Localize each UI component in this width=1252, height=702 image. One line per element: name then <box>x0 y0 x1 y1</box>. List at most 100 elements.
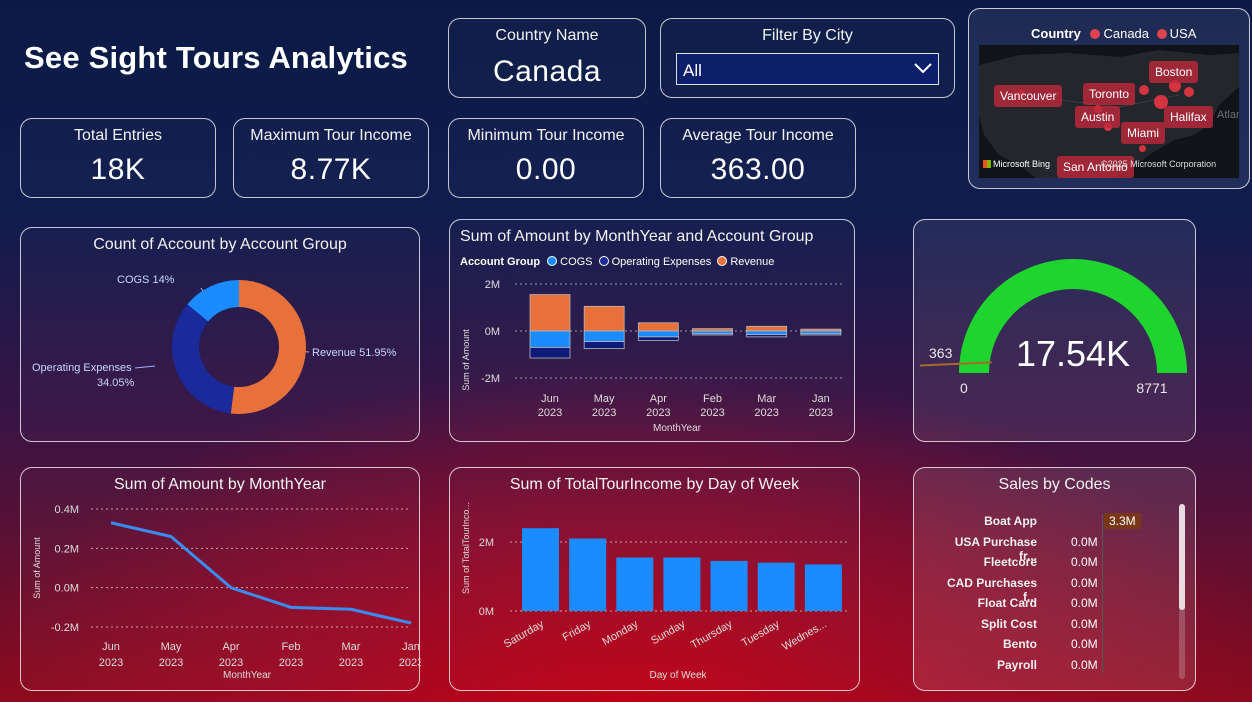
map-city-halifax[interactable]: Halifax <box>1164 106 1213 128</box>
bar <box>616 557 654 611</box>
table-row[interactable]: Payroll 0.0M <box>934 658 1174 678</box>
code-value: 0.0M <box>1071 575 1098 590</box>
y-tick-label: 0.2M <box>55 543 79 555</box>
kpi-value: 18K <box>90 153 146 186</box>
map-dot[interactable] <box>1184 87 1194 97</box>
bar-segment <box>746 330 788 335</box>
code-name: Payroll <box>996 657 1037 672</box>
legend-usa[interactable]: USA <box>1156 26 1196 41</box>
table-row[interactable]: Bento 0.0M <box>934 637 1174 657</box>
bar-segment <box>529 347 571 359</box>
kpi-avg-income: Average Tour Income 363.00 <box>660 118 856 198</box>
kpi-label: Maximum Tour Income <box>250 127 412 144</box>
bing-logo-icon <box>983 160 991 168</box>
sales-by-codes-card: Sales by Codes Boat App 3.3M USA Purchase … <box>913 467 1196 691</box>
map-city-vancouver[interactable]: Vancouver <box>994 85 1063 107</box>
codes-scrollbar-thumb[interactable] <box>1179 504 1185 610</box>
kpi-max-income: Maximum Tour Income 8.77K <box>233 118 429 198</box>
city-filter-dropdown[interactable]: All <box>676 53 939 85</box>
codes-divider <box>1102 514 1103 674</box>
codes-table: Boat App 3.3M USA Purchase fr... 0.0M Fleetc… <box>934 512 1174 682</box>
x-tick-label: Jan <box>812 393 830 405</box>
line-chart[interactable]: Sum of Amount MonthYear 0.4M 0.2M 0.0M -0.2… <box>21 468 421 692</box>
x-axis-label: Day of Week <box>649 670 707 681</box>
kpi-value: 0.00 <box>515 153 577 186</box>
bar-segment <box>583 330 625 342</box>
bar-segment <box>800 333 842 336</box>
line-chart-card: Sum of Amount by MonthYear Sum of Amount… <box>20 467 421 692</box>
bar-segment <box>529 294 571 332</box>
map-dot[interactable] <box>1139 145 1146 152</box>
map-city-toronto[interactable]: Toronto <box>1083 83 1136 105</box>
y-tick-label: 0M <box>479 606 494 618</box>
x-tick-label: Saturday <box>502 618 547 651</box>
x-tick-label: 2023 <box>159 657 183 669</box>
gauge-value: 17.54K <box>1016 333 1130 374</box>
x-tick-label: Thursday <box>689 618 735 652</box>
y-tick-label: 0M <box>485 326 500 338</box>
table-row[interactable]: Boat App 3.3M <box>934 513 1174 534</box>
bar-segment <box>583 341 625 350</box>
x-tick-label: Wednes... <box>780 618 829 653</box>
stacked-bar-chart[interactable]: Sum of Amount MonthYear 2M 0M -2M Jun 2023 Ma… <box>450 220 856 443</box>
x-tick-label: Jun <box>102 641 120 653</box>
map-canvas[interactable]: Boston Vancouver Toronto Austin Halifax … <box>979 45 1239 178</box>
country-name-label: Country Name <box>495 27 599 44</box>
legend-canada[interactable]: Canada <box>1090 26 1149 41</box>
code-value: 0.0M <box>1071 596 1098 610</box>
table-row[interactable]: Float Card 0.0M <box>934 596 1174 616</box>
bar <box>663 557 701 611</box>
sales-by-codes-title: Sales by Codes <box>998 476 1111 493</box>
map-dot[interactable] <box>1139 85 1149 95</box>
code-value: 0.0M <box>1071 534 1098 549</box>
x-tick-label: 2023 <box>646 407 670 419</box>
table-row[interactable]: USA Purchase fr... 0.0M <box>934 534 1174 563</box>
bar-segment <box>692 330 733 335</box>
kpi-label: Total Entries <box>73 127 163 144</box>
code-value: 0.0M <box>1071 555 1098 569</box>
codes-scrollbar[interactable] <box>1179 504 1185 679</box>
label-cogs: COGS 14% <box>117 274 175 286</box>
donut-chart[interactable]: COGS 14% Operating Expenses 34.05% Reven… <box>21 228 421 443</box>
code-value: 0.0M <box>1071 637 1098 651</box>
x-tick-label: 2023 <box>399 657 421 669</box>
legend-dot-canada <box>1090 29 1101 39</box>
x-tick-label: Apr <box>650 393 667 405</box>
y-tick-label: -2M <box>481 373 500 385</box>
code-name: Split Cost <box>981 616 1037 631</box>
chevron-down-icon <box>914 63 932 74</box>
x-tick-label: 2023 <box>99 657 123 669</box>
map-city-austin[interactable]: Austin <box>1075 106 1121 128</box>
x-tick-label: 2023 <box>219 657 243 669</box>
table-row[interactable]: Split Cost 0.0M <box>934 617 1174 637</box>
bar-segment <box>692 333 733 336</box>
kpi-total-entries: Total Entries 18K <box>20 118 216 198</box>
bing-brand-text: Microsoft Bing <box>993 159 1051 169</box>
label-opex-name: Operating Expenses <box>32 362 132 374</box>
donut-chart-card: Count of Account by Account Group COGS 1… <box>20 227 420 442</box>
bar <box>569 538 607 611</box>
map-legend: Country Canada USA <box>1031 26 1196 41</box>
x-tick-label: May <box>594 393 615 405</box>
x-axis-label: MonthYear <box>223 670 272 681</box>
map-city-boston[interactable]: Boston <box>1149 61 1199 83</box>
bar-segment <box>637 336 679 341</box>
x-tick-label: Feb <box>282 641 301 653</box>
gauge-min-label: 0 <box>960 380 968 396</box>
x-tick-label: Apr <box>222 641 239 653</box>
x-tick-label: 2023 <box>754 407 778 419</box>
bar-segment <box>637 322 679 332</box>
donut-slice-operating-expenses <box>172 304 235 414</box>
map-card: Country Canada USA Boston Vancouver Toro… <box>968 8 1250 189</box>
x-tick-label: 2023 <box>339 657 363 669</box>
gauge-card: 17.54K 363 0 8771 <box>913 219 1196 442</box>
weekday-bar-chart[interactable]: Sum of TotalTourInco... Day of Week 2M 0M… <box>450 468 861 692</box>
table-row[interactable]: Fleetcore 0.0M <box>934 555 1174 575</box>
table-row[interactable]: CAD Purchases f... 0.0M <box>934 575 1174 604</box>
gauge-chart[interactable]: 17.54K 363 0 8771 <box>914 220 1197 443</box>
map-city-miami[interactable]: Miami <box>1121 122 1165 144</box>
code-value: 0.0M <box>1071 616 1098 631</box>
code-value: 0.0M <box>1071 657 1098 672</box>
bar-segment <box>746 334 788 338</box>
bar-segment <box>637 330 679 338</box>
